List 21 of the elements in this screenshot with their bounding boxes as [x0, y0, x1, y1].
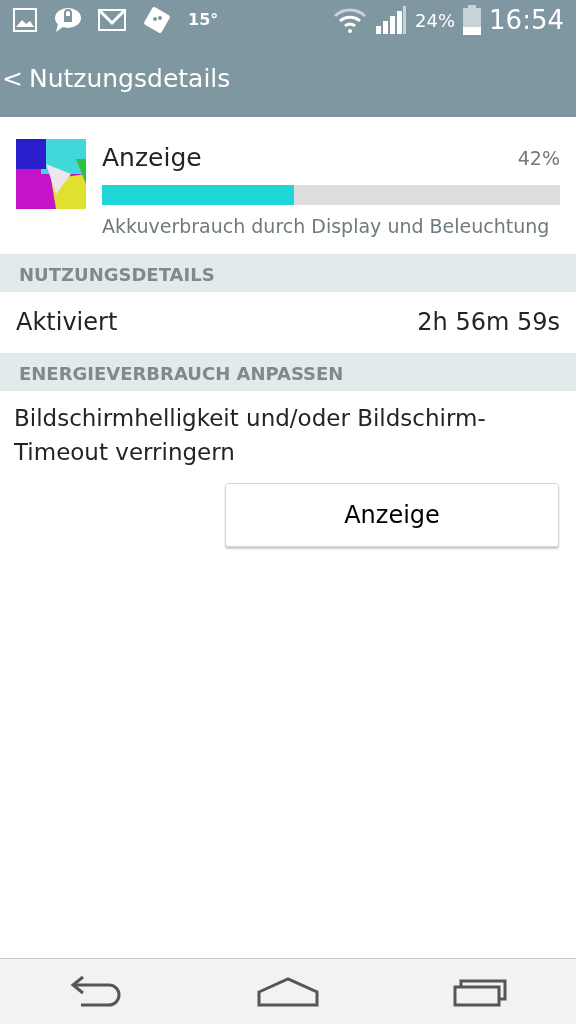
- section-header: ENERGIEVERBRAUCH ANPASSEN: [0, 352, 576, 391]
- temperature-text: 15°: [188, 9, 219, 31]
- mail-icon: [98, 9, 126, 31]
- advice-text: Bildschirmhelligkeit und/oder Bildschirm-Timeout verringern: [13, 403, 487, 467]
- signal-icon: [375, 6, 408, 34]
- wifi-icon: [333, 7, 368, 33]
- screen-title: Nutzungsdetails: [28, 62, 231, 95]
- home-icon[interactable]: [257, 976, 319, 1007]
- section-header: NUTZUNGSDETAILS: [0, 253, 576, 292]
- app-name: Anzeige: [102, 142, 202, 174]
- battery-text: 24%: [415, 8, 456, 33]
- row-value: 2h 56m 59s: [417, 307, 560, 338]
- image-icon: [12, 7, 38, 33]
- chat-lock-icon: [54, 7, 82, 33]
- clock-text: 16:54: [489, 3, 564, 37]
- display-icon: [16, 139, 86, 209]
- usage-percent: 42%: [517, 145, 560, 171]
- row-label: Aktiviert: [16, 307, 118, 338]
- usage-description: Akkuverbrauch durch Display und Beleuchtung: [102, 213, 551, 239]
- battery-icon: [463, 5, 482, 35]
- display-button[interactable]: Anzeige: [225, 482, 559, 547]
